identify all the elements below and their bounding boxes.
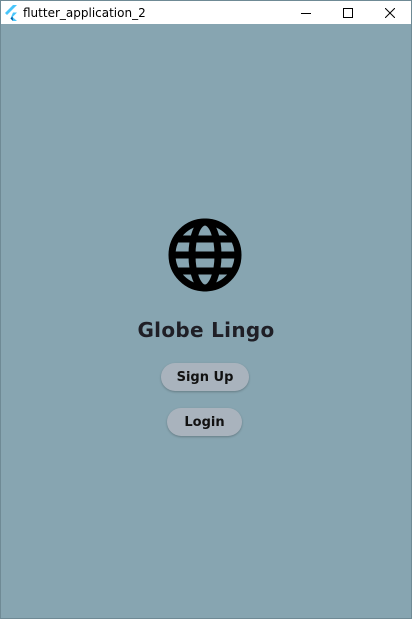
- title-bar[interactable]: flutter_application_2: [1, 1, 411, 24]
- main-content: Globe Lingo Sign Up Login: [1, 24, 411, 618]
- app-window: flutter_application_2 Globe Lingo Sign U…: [0, 0, 412, 619]
- close-button[interactable]: [369, 1, 411, 24]
- maximize-button[interactable]: [327, 1, 369, 24]
- globe-icon: [168, 218, 242, 292]
- close-icon: [385, 7, 395, 18]
- signup-button[interactable]: Sign Up: [161, 363, 249, 391]
- minimize-button[interactable]: [285, 1, 327, 24]
- flutter-logo-icon: [4, 4, 20, 21]
- window-controls: [285, 1, 411, 24]
- minimize-icon: [301, 12, 311, 14]
- login-button[interactable]: Login: [167, 408, 242, 436]
- window-title: flutter_application_2: [23, 5, 146, 20]
- app-title: Globe Lingo: [137, 318, 275, 342]
- maximize-icon: [343, 7, 353, 18]
